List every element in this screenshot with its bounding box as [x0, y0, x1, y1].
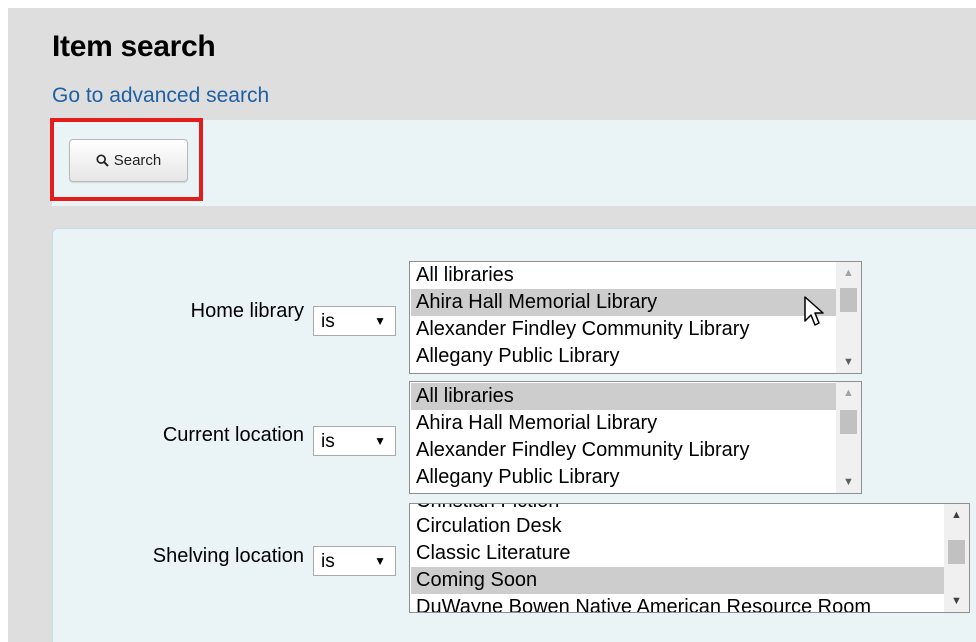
- list-item[interactable]: Allegany Public Library: [411, 464, 837, 491]
- scroll-up-icon[interactable]: ▲: [944, 504, 969, 526]
- highlight-annotation: [50, 118, 203, 201]
- list-item[interactable]: DuWayne Bowen Native American Resource R…: [411, 594, 945, 612]
- current-location-operator-select[interactable]: is ▼: [313, 426, 396, 456]
- scrollbar[interactable]: ▲ ▼: [836, 382, 861, 493]
- home-library-operator-value: is: [321, 311, 335, 332]
- scrollbar[interactable]: ▲ ▼: [944, 504, 969, 612]
- list-item[interactable]: All libraries: [411, 383, 837, 410]
- shelving-location-listbox[interactable]: Christian Fiction Circulation Desk Class…: [409, 503, 970, 613]
- list-item[interactable]: Circulation Desk: [411, 513, 945, 540]
- list-item[interactable]: Ahira Hall Memorial Library: [411, 289, 837, 316]
- shelving-location-label: Shelving location: [152, 545, 304, 567]
- list-item[interactable]: Classic Literature: [411, 540, 945, 567]
- list-item[interactable]: Alexander Findley Community Library: [411, 316, 837, 343]
- scroll-down-icon[interactable]: ▼: [836, 471, 861, 493]
- list-item[interactable]: Ahira Hall Memorial Library: [411, 410, 837, 437]
- advanced-search-link[interactable]: Go to advanced search: [52, 84, 269, 108]
- scrollbar-thumb[interactable]: [840, 288, 857, 312]
- scroll-down-icon[interactable]: ▼: [836, 351, 861, 373]
- current-location-label: Current location: [162, 424, 304, 446]
- scroll-up-icon[interactable]: ▲: [836, 382, 861, 404]
- list-item[interactable]: All libraries: [411, 262, 837, 289]
- home-library-label: Home library: [190, 300, 304, 322]
- home-library-operator-select[interactable]: is ▼: [313, 306, 396, 336]
- scroll-up-icon[interactable]: ▲: [836, 262, 861, 284]
- scrollbar[interactable]: ▲ ▼: [836, 262, 861, 373]
- home-library-listbox[interactable]: All libraries Ahira Hall Memorial Librar…: [409, 261, 862, 374]
- dropdown-arrow-icon: ▼: [374, 434, 386, 448]
- current-location-listbox[interactable]: All libraries Ahira Hall Memorial Librar…: [409, 381, 862, 494]
- list-item[interactable]: Coming Soon: [411, 567, 945, 594]
- dropdown-arrow-icon: ▼: [374, 314, 386, 328]
- shelving-location-operator-value: is: [321, 551, 335, 572]
- list-item[interactable]: Allegany Public Library: [411, 343, 837, 370]
- page-title: Item search: [52, 30, 216, 63]
- mouse-pointer-icon: [804, 296, 824, 326]
- list-item[interactable]: Alexander Findley Community Library: [411, 437, 837, 464]
- scrollbar-thumb[interactable]: [948, 540, 965, 564]
- current-location-operator-value: is: [321, 431, 335, 452]
- dropdown-arrow-icon: ▼: [374, 554, 386, 568]
- scroll-down-icon[interactable]: ▼: [944, 590, 969, 612]
- scrollbar-thumb[interactable]: [840, 410, 857, 434]
- shelving-location-operator-select[interactable]: is ▼: [313, 546, 396, 576]
